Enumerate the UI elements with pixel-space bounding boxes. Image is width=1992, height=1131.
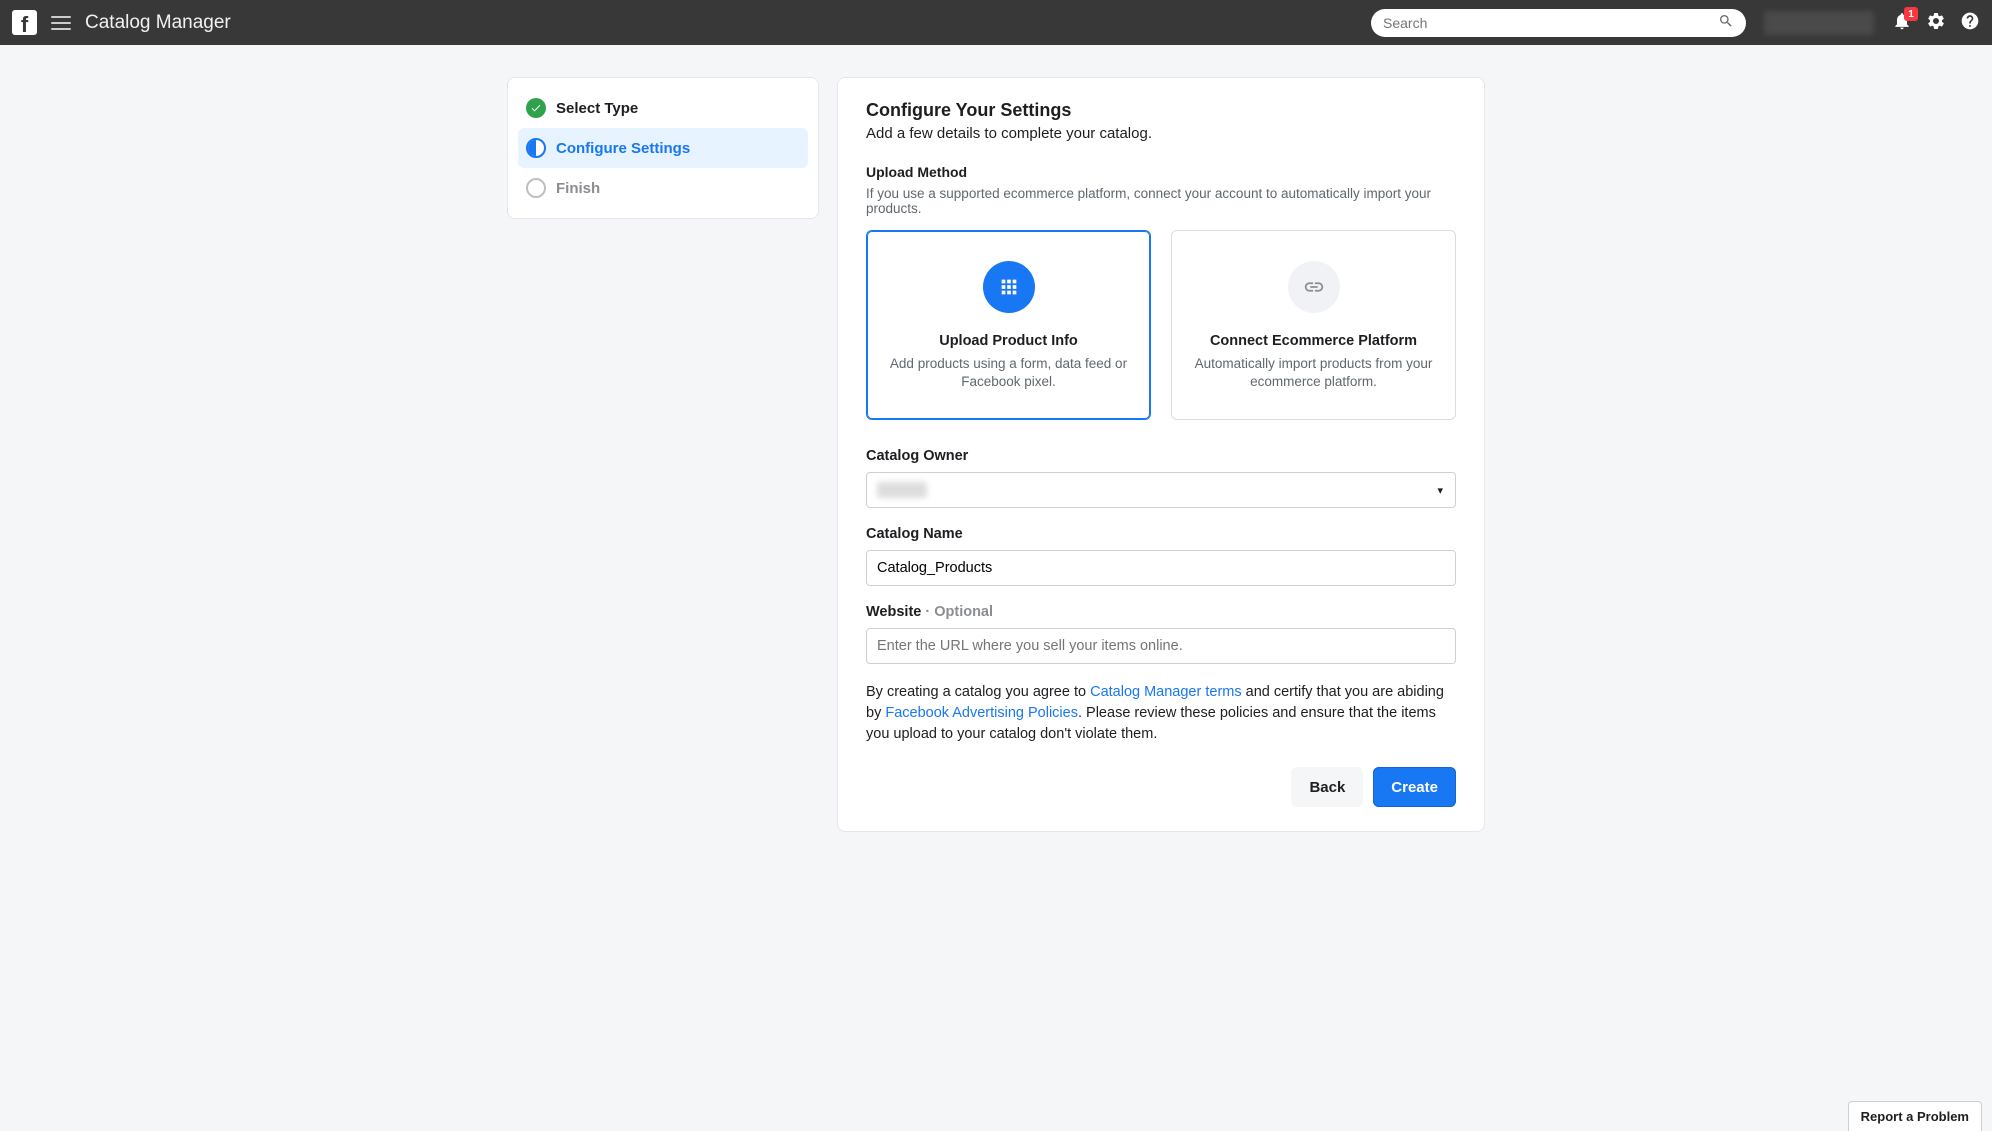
upload-method-help: If you use a supported ecommerce platfor… bbox=[866, 186, 1456, 216]
website-field: Website · Optional bbox=[866, 604, 1456, 664]
catalog-owner-label: Catalog Owner bbox=[866, 448, 1456, 464]
catalog-owner-value bbox=[877, 482, 927, 498]
catalog-name-label: Catalog Name bbox=[866, 526, 1456, 542]
footer-buttons: Back Create bbox=[866, 767, 1456, 807]
grid-icon bbox=[983, 261, 1035, 313]
notifications-badge: 1 bbox=[1904, 7, 1918, 21]
website-label-text: Website bbox=[866, 604, 921, 620]
search-icon bbox=[1718, 13, 1734, 33]
notifications-icon[interactable]: 1 bbox=[1892, 11, 1912, 34]
settings-gear-icon[interactable] bbox=[1926, 11, 1946, 34]
empty-circle-icon bbox=[526, 178, 546, 198]
chevron-down-icon: ▾ bbox=[1437, 484, 1443, 497]
facebook-logo-icon[interactable]: f bbox=[12, 10, 37, 35]
card-desc: Automatically import products from your … bbox=[1192, 355, 1435, 391]
create-button[interactable]: Create bbox=[1373, 767, 1456, 807]
catalog-name-input[interactable] bbox=[877, 551, 1445, 585]
step-configure-settings[interactable]: Configure Settings bbox=[518, 128, 808, 168]
step-finish[interactable]: Finish bbox=[518, 168, 808, 208]
card-upload-product-info[interactable]: Upload Product Info Add products using a… bbox=[866, 230, 1151, 420]
card-desc: Add products using a form, data feed or … bbox=[887, 355, 1130, 391]
advertising-policies-link[interactable]: Facebook Advertising Policies bbox=[885, 705, 1078, 721]
app-title: Catalog Manager bbox=[85, 12, 231, 34]
upload-method-label: Upload Method bbox=[866, 164, 1456, 180]
main-panel: Configure Your Settings Add a few detail… bbox=[837, 77, 1485, 832]
website-label: Website · Optional bbox=[866, 604, 1456, 620]
page-subtitle: Add a few details to complete your catal… bbox=[866, 125, 1456, 142]
half-circle-icon bbox=[526, 138, 546, 158]
link-icon bbox=[1288, 261, 1340, 313]
catalog-manager-terms-link[interactable]: Catalog Manager terms bbox=[1090, 684, 1242, 700]
upload-method-cards: Upload Product Info Add products using a… bbox=[866, 230, 1456, 420]
step-label: Configure Settings bbox=[556, 140, 690, 157]
card-title: Upload Product Info bbox=[939, 333, 1078, 349]
card-title: Connect Ecommerce Platform bbox=[1210, 333, 1417, 349]
check-circle-icon bbox=[526, 98, 546, 118]
website-input[interactable] bbox=[877, 629, 1445, 663]
website-optional: · Optional bbox=[921, 604, 993, 620]
user-menu[interactable] bbox=[1764, 11, 1874, 35]
catalog-owner-select[interactable]: ▾ bbox=[866, 472, 1456, 508]
step-label: Select Type bbox=[556, 100, 638, 117]
topbar: f Catalog Manager 1 bbox=[0, 0, 1992, 45]
search-input[interactable] bbox=[1383, 15, 1718, 31]
back-button[interactable]: Back bbox=[1291, 767, 1363, 807]
search-box[interactable] bbox=[1371, 9, 1746, 37]
content-area: Select Type Configure Settings Finish Co… bbox=[0, 45, 1992, 872]
step-label: Finish bbox=[556, 180, 600, 197]
hamburger-menu-icon[interactable] bbox=[51, 16, 71, 30]
report-a-problem-button[interactable]: Report a Problem bbox=[1848, 1101, 1982, 1131]
catalog-name-field: Catalog Name bbox=[866, 526, 1456, 586]
card-connect-ecommerce[interactable]: Connect Ecommerce Platform Automatically… bbox=[1171, 230, 1456, 420]
step-select-type[interactable]: Select Type bbox=[518, 88, 808, 128]
terms-text: By creating a catalog you agree to Catal… bbox=[866, 682, 1456, 745]
help-icon[interactable] bbox=[1960, 11, 1980, 34]
steps-sidebar: Select Type Configure Settings Finish bbox=[507, 77, 819, 219]
page-title: Configure Your Settings bbox=[866, 100, 1456, 121]
catalog-owner-field: Catalog Owner ▾ bbox=[866, 448, 1456, 508]
